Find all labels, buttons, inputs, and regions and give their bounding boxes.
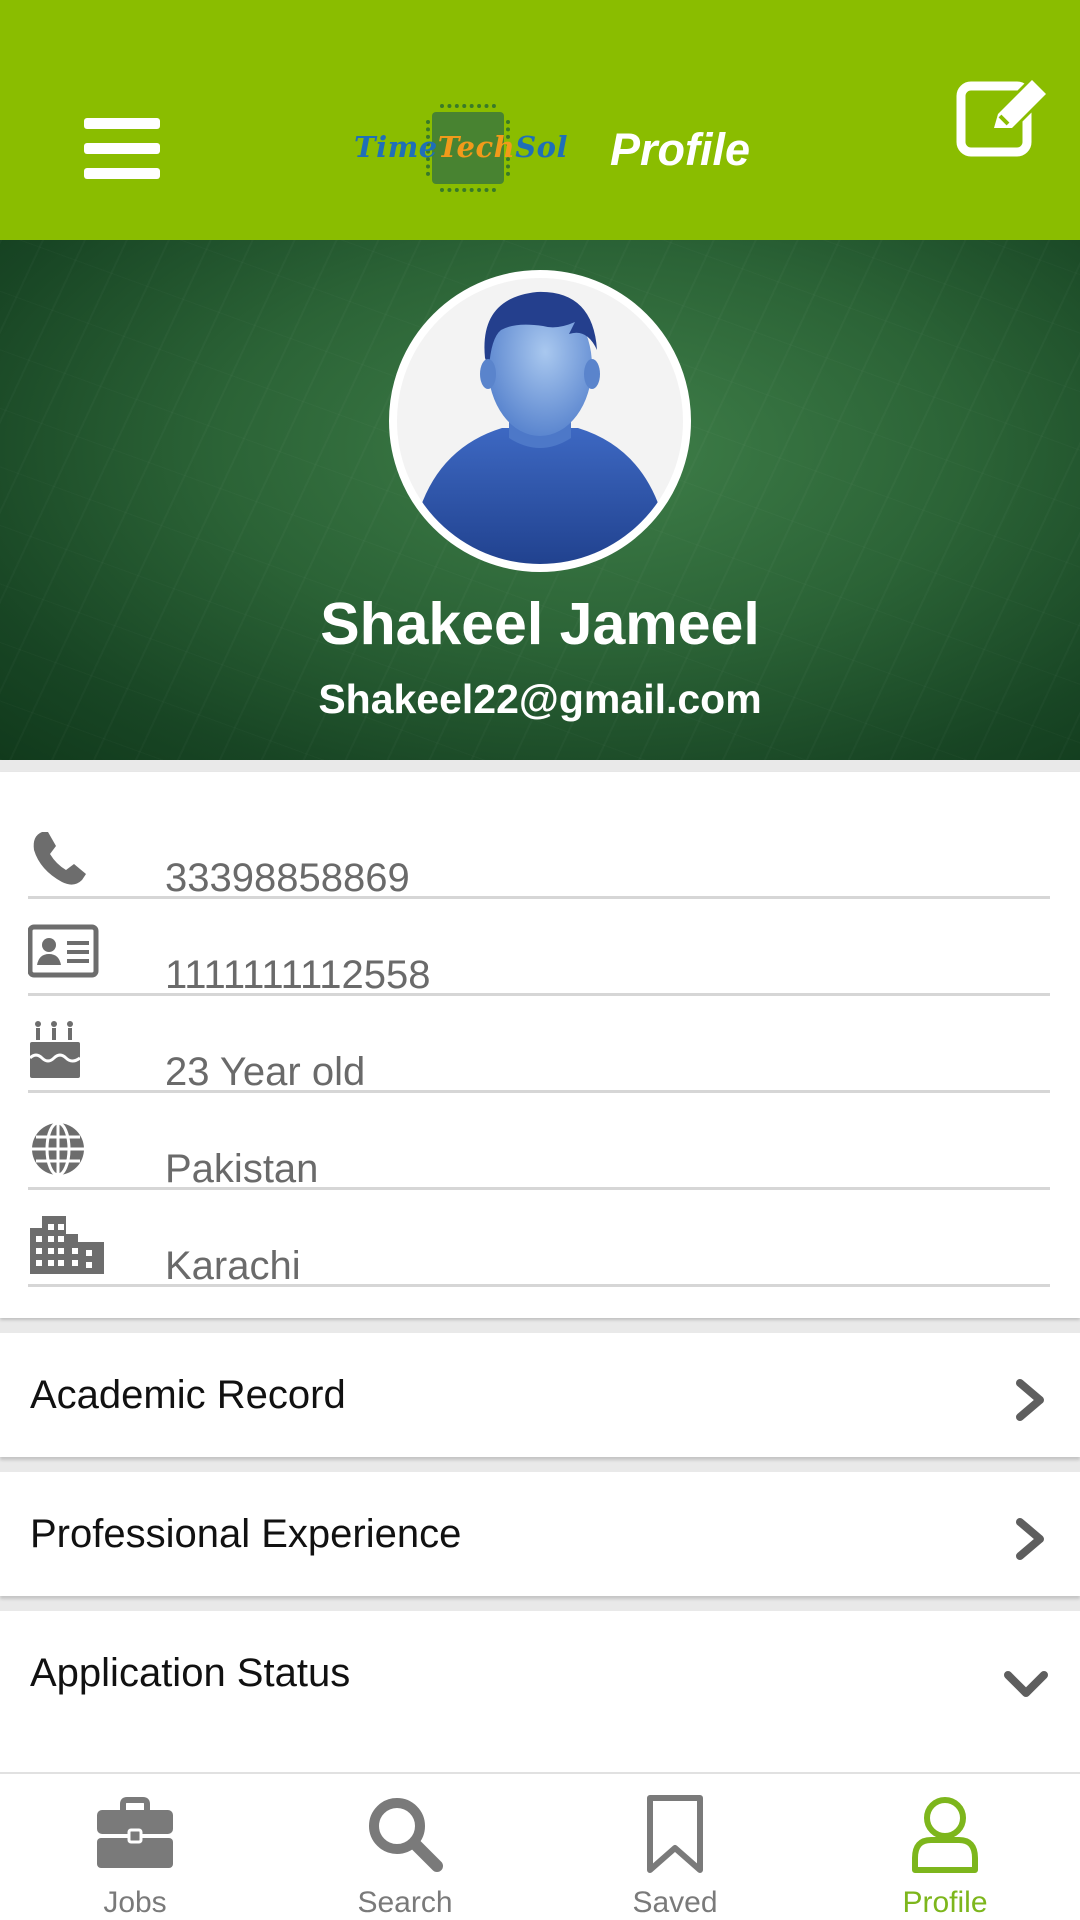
app-logo: TimeTechSol xyxy=(350,100,568,198)
search-icon xyxy=(365,1794,445,1874)
section-label: Academic Record xyxy=(30,1373,346,1417)
profile-name: Shakeel Jameel xyxy=(320,591,760,657)
info-row-age: 23 Year old xyxy=(0,996,1080,1094)
user-profile-icon xyxy=(905,1794,985,1874)
nav-search[interactable]: Search xyxy=(270,1774,540,1920)
info-row-country: Pakistan xyxy=(0,1093,1080,1191)
nav-label: Search xyxy=(357,1886,453,1919)
profile-email: Shakeel22@gmail.com xyxy=(318,676,762,722)
nav-label: Jobs xyxy=(103,1886,167,1919)
city-buildings-icon xyxy=(28,1214,106,1276)
divider xyxy=(28,1284,1050,1287)
nav-saved[interactable]: Saved xyxy=(540,1774,810,1920)
application-status-section[interactable]: Application Status xyxy=(0,1611,1080,1776)
section-label: Application Status xyxy=(30,1651,351,1695)
hamburger-menu-icon[interactable] xyxy=(84,118,160,180)
city-value: Karachi xyxy=(165,1244,301,1288)
chevron-right-icon xyxy=(1014,1373,1050,1427)
avatar[interactable] xyxy=(389,270,691,572)
birthday-cake-icon xyxy=(28,1020,106,1082)
info-row-phone: 33398858869 xyxy=(0,802,1080,900)
logo-text: TimeTechSol xyxy=(354,130,568,164)
academic-record-section[interactable]: Academic Record xyxy=(0,1333,1080,1457)
nav-label: Saved xyxy=(632,1886,718,1919)
info-row-city: Karachi xyxy=(0,1190,1080,1288)
phone-icon xyxy=(28,826,106,888)
page-title: Profile xyxy=(610,124,751,175)
chevron-right-icon xyxy=(1014,1512,1050,1566)
nav-label: Profile xyxy=(902,1886,988,1919)
nav-jobs[interactable]: Jobs xyxy=(0,1774,270,1920)
personal-info-card: 33398858869 1111111112558 23 Year old Pa… xyxy=(0,772,1080,1318)
country-value: Pakistan xyxy=(165,1147,319,1191)
profile-header: Shakeel Jameel Shakeel22@gmail.com xyxy=(0,240,1080,760)
app-bar: TimeTechSol Profile xyxy=(0,0,1080,240)
bottom-navigation: Jobs Search Saved Profile xyxy=(0,1772,1080,1920)
id-card-value: 1111111112558 xyxy=(165,953,431,997)
nav-profile[interactable]: Profile xyxy=(810,1774,1080,1920)
briefcase-icon xyxy=(95,1794,175,1874)
id-card-icon xyxy=(27,923,106,985)
info-row-id: 1111111112558 xyxy=(0,899,1080,997)
bookmark-icon xyxy=(635,1794,715,1874)
globe-icon xyxy=(28,1117,106,1179)
age-value: 23 Year old xyxy=(165,1050,366,1094)
professional-experience-section[interactable]: Professional Experience xyxy=(0,1472,1080,1596)
section-label: Professional Experience xyxy=(30,1512,462,1556)
chevron-down-icon xyxy=(1002,1665,1050,1719)
edit-icon[interactable] xyxy=(956,76,1052,160)
phone-value: 33398858869 xyxy=(165,856,410,900)
